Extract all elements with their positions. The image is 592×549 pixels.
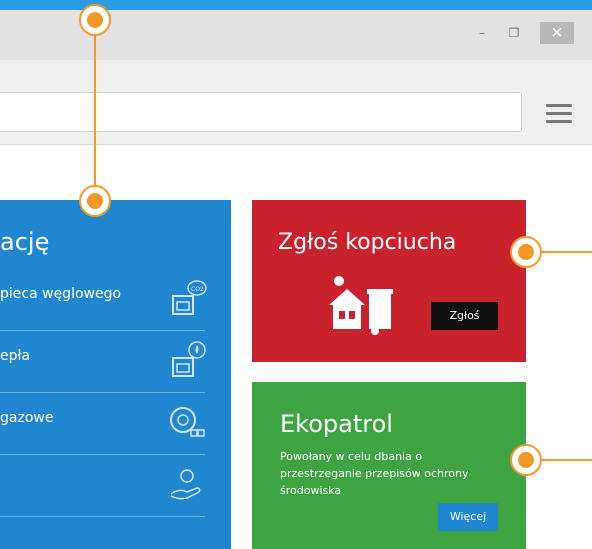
annotation-line	[94, 20, 96, 200]
address-bar[interactable]	[0, 92, 522, 132]
annotation-line	[540, 251, 592, 253]
report-button[interactable]: Zgłoś	[431, 302, 498, 330]
annotation-marker	[79, 4, 111, 36]
service-row-gas[interactable]: gazowe	[0, 392, 205, 455]
svg-text:CO2: CO2	[191, 286, 204, 293]
annotation-marker	[510, 444, 542, 476]
service-row-coal[interactable]: pieca węglowego CO2	[0, 268, 207, 331]
smoke-house-bin-icon	[329, 276, 393, 335]
heat-pump-icon	[172, 341, 206, 377]
ekopatrol-title: Ekopatrol	[280, 410, 393, 438]
service-row-subsidy[interactable]	[0, 454, 205, 517]
service-label: epła	[0, 348, 31, 364]
annotation-marker	[79, 185, 111, 217]
ekopatrol-description: Powołany w celu dbania o przestrzeganie …	[280, 450, 469, 497]
services-title: ację	[0, 228, 50, 256]
minimize-button[interactable]: –	[466, 22, 498, 44]
hamburger-menu-icon[interactable]	[546, 104, 572, 126]
gas-boiler-icon	[170, 407, 205, 437]
service-label: pieca węglowego	[0, 286, 122, 302]
close-button[interactable]: ✕	[540, 22, 574, 44]
service-label: gazowe	[0, 410, 54, 426]
annotation-marker	[510, 236, 542, 268]
service-row-heat[interactable]: epła	[0, 330, 206, 393]
co2-furnace-icon: CO2	[172, 280, 207, 315]
hand-coin-icon	[170, 469, 201, 500]
report-title: Zgłoś kopciucha	[278, 230, 457, 255]
ekopatrol-more-button[interactable]: Więcej	[438, 503, 498, 531]
annotation-line	[540, 459, 592, 461]
restore-button[interactable]: ❐	[498, 22, 530, 44]
